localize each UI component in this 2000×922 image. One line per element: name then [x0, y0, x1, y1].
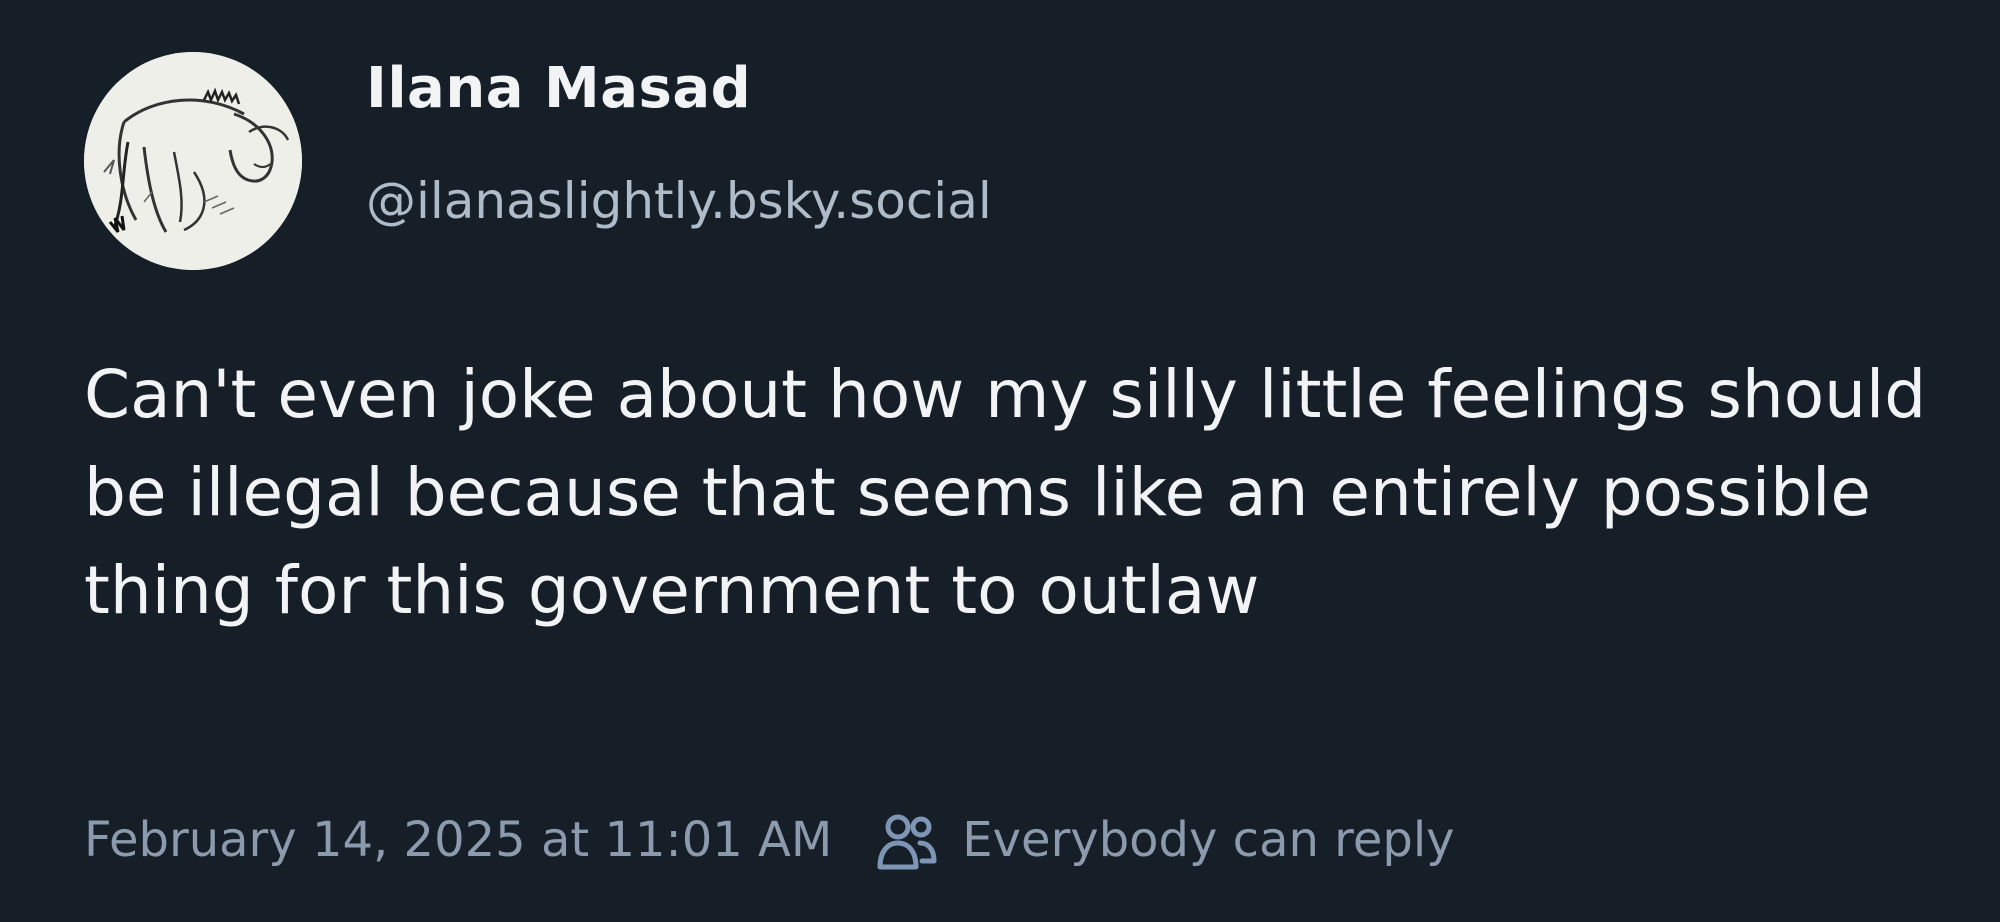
donkey-sketch-icon — [84, 52, 302, 270]
author-display-name[interactable]: Ilana Masad — [366, 56, 751, 121]
reply-setting[interactable]: Everybody can reply — [876, 809, 1455, 871]
post-card: Ilana Masad @ilanaslightly.bsky.social C… — [0, 0, 2000, 922]
reply-setting-label: Everybody can reply — [962, 812, 1455, 868]
post-text: Can't even joke about how my silly littl… — [84, 356, 1927, 629]
author-handle[interactable]: @ilanaslightly.bsky.social — [366, 172, 992, 230]
people-icon — [876, 809, 938, 871]
author-avatar[interactable] — [84, 52, 302, 270]
post-meta: February 14, 2025 at 11:01 AM Everybody … — [84, 800, 1455, 880]
post-timestamp[interactable]: February 14, 2025 at 11:01 AM — [84, 812, 832, 868]
